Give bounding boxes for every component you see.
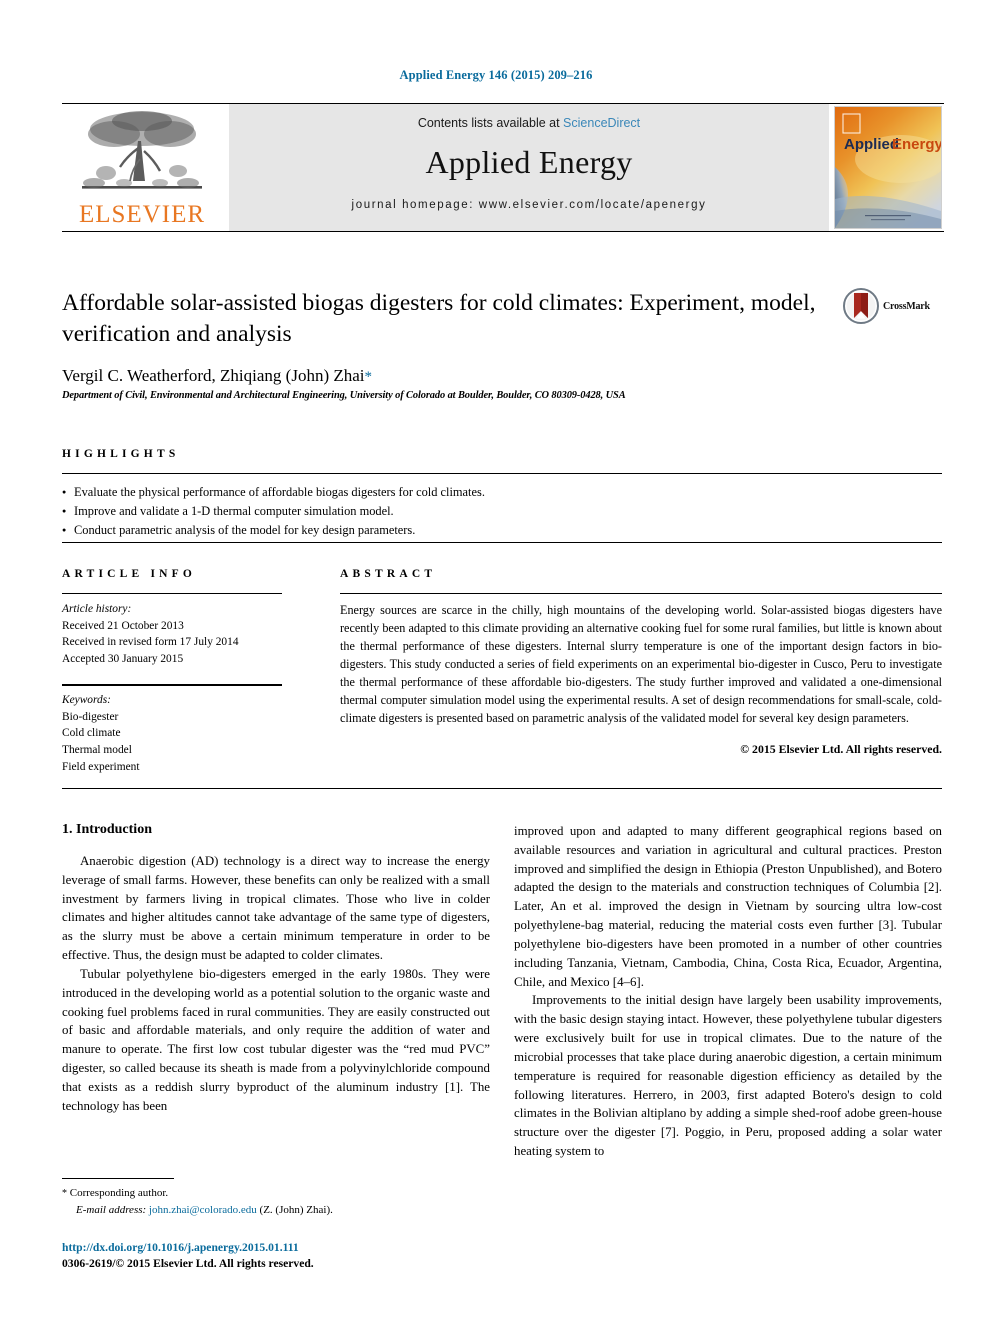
journal-cover-thumbnail[interactable]: Applied Energy	[834, 106, 942, 229]
sciencedirect-link[interactable]: ScienceDirect	[563, 116, 640, 130]
paragraph: Tubular polyethylene bio-digesters emerg…	[62, 966, 490, 1113]
abstract-rule-bottom	[62, 788, 942, 790]
journal-masthead: ELSEVIER Contents lists available at Sci…	[62, 103, 944, 232]
history-accepted: Accepted 30 January 2015	[62, 652, 184, 665]
svg-text:Energy: Energy	[892, 136, 941, 153]
article-info-rule	[62, 593, 282, 595]
article-history-label: Article history:	[62, 603, 132, 615]
keywords-block: Keywords: Bio-digester Cold climate Ther…	[62, 692, 292, 775]
doi-block: http://dx.doi.org/10.1016/j.apenergy.201…	[62, 1240, 562, 1273]
highlights-list: Evaluate the physical performance of aff…	[62, 483, 942, 540]
issn-copyright-line: 0306-2619/© 2015 Elsevier Ltd. All right…	[62, 1257, 314, 1271]
crossmark-label: CrossMark	[883, 301, 930, 312]
abstract-heading: ABSTRACT	[340, 568, 437, 580]
corresponding-author-marker: *	[364, 369, 373, 385]
keyword-item: Field experiment	[62, 760, 140, 773]
abstract-copyright: © 2015 Elsevier Ltd. All rights reserved…	[740, 742, 942, 756]
elsevier-logo: ELSEVIER	[62, 104, 222, 231]
elsevier-wordmark: ELSEVIER	[78, 201, 206, 228]
keywords-label: Keywords:	[62, 694, 111, 706]
keyword-item: Thermal model	[62, 743, 132, 756]
footnote-block: * Corresponding author. E-mail address: …	[62, 1185, 492, 1218]
doi-link[interactable]: http://dx.doi.org/10.1016/j.apenergy.201…	[62, 1240, 562, 1256]
paragraph: Anaerobic digestion (AD) technology is a…	[62, 854, 490, 963]
author-affiliation: Department of Civil, Environmental and A…	[62, 390, 626, 401]
paragraph: improved upon and adapted to many differ…	[514, 824, 942, 989]
running-head: Applied Energy 146 (2015) 209–216	[399, 68, 593, 82]
crossmark-badge[interactable]: CrossMark	[843, 288, 943, 332]
contents-available-line: Contents lists available at ScienceDirec…	[229, 116, 829, 130]
corresponding-author-note: * Corresponding author.	[62, 1185, 492, 1202]
body-column-left: 1. Introduction Anaerobic digestion (AD)…	[62, 822, 490, 1116]
masthead-center-band: Contents lists available at ScienceDirec…	[229, 104, 829, 231]
journal-homepage-link[interactable]: journal homepage: www.elsevier.com/locat…	[229, 199, 829, 211]
highlights-rule-bottom	[62, 542, 942, 544]
paragraph: Improvements to the initial design have …	[514, 993, 942, 1159]
highlights-heading: HIGHLIGHTS	[62, 448, 180, 460]
page-title: Affordable solar-assisted biogas digeste…	[62, 290, 816, 348]
keyword-item: Cold climate	[62, 727, 121, 740]
article-history-block: Article history: Received 21 October 201…	[62, 601, 292, 668]
history-revised: Received in revised form 17 July 2014	[62, 636, 239, 649]
journal-cover-image: Applied Energy	[835, 107, 941, 228]
email-label: E-mail address:	[76, 1203, 147, 1216]
journal-title: Applied Energy	[425, 144, 633, 180]
footnote-star: *	[62, 1188, 67, 1199]
highlights-rule-top	[62, 473, 942, 475]
list-item: Conduct parametric analysis of the model…	[62, 521, 942, 540]
email-suffix: (Z. (John) Zhai).	[259, 1203, 333, 1216]
history-received: Received 21 October 2013	[62, 619, 184, 632]
title-block: Affordable solar-assisted biogas digeste…	[62, 288, 830, 350]
contents-prefix-text: Contents lists available at	[417, 116, 564, 130]
keywords-rule	[62, 684, 282, 686]
keyword-item: Bio-digester	[62, 710, 119, 723]
email-link[interactable]: john.zhai@colorado.edu	[149, 1204, 257, 1216]
article-info-heading: ARTICLE INFO	[62, 568, 197, 580]
elsevier-tree-icon	[82, 111, 202, 189]
article-first-page: Applied Energy 146 (2015) 209–216 ELSEVI…	[0, 0, 992, 1323]
corresponding-author-text: Corresponding author.	[69, 1187, 169, 1199]
author-names: Vergil C. Weatherford, Zhiqiang (John) Z…	[62, 366, 365, 385]
section-title-introduction: 1. Introduction	[62, 822, 152, 837]
svg-text:Applied: Applied	[844, 136, 899, 153]
abstract-text: Energy sources are scarce in the chilly,…	[340, 603, 942, 726]
email-line: E-mail address: john.zhai@colorado.edu (…	[62, 1202, 492, 1219]
abstract-rule	[340, 593, 942, 595]
footnote-rule	[62, 1178, 174, 1180]
list-item: Improve and validate a 1-D thermal compu…	[62, 502, 942, 521]
body-column-right: improved upon and adapted to many differ…	[514, 822, 942, 1161]
list-item: Evaluate the physical performance of aff…	[62, 483, 942, 502]
crossmark-icon	[843, 288, 879, 324]
author-list: Vergil C. Weatherford, Zhiqiang (John) Z…	[62, 366, 830, 386]
